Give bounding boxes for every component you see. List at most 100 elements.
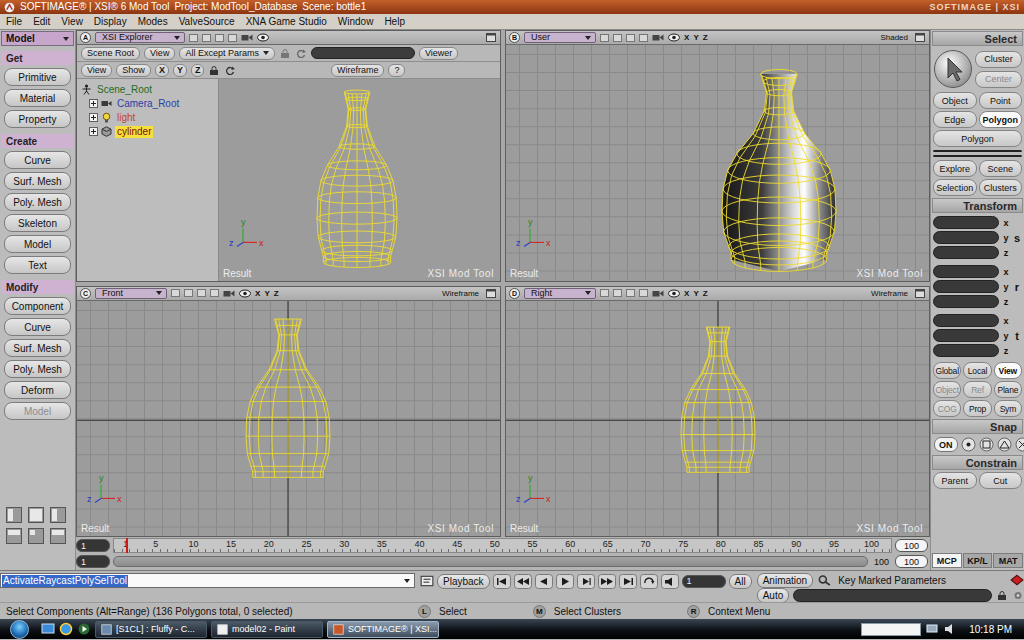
component-button[interactable]: Edge xyxy=(933,111,977,128)
first-icon[interactable] xyxy=(493,574,511,589)
memo-slot[interactable] xyxy=(202,34,211,42)
tool-button[interactable]: Curve xyxy=(4,151,71,169)
axes-toggle[interactable]: X Y Z xyxy=(684,289,709,298)
play-icon[interactable] xyxy=(556,574,574,589)
transform-field[interactable] xyxy=(933,216,999,229)
eye-icon[interactable] xyxy=(257,33,269,42)
menu-item[interactable]: Help xyxy=(384,15,405,28)
start-frame-field[interactable]: 1 xyxy=(76,539,110,552)
playhead[interactable] xyxy=(126,538,128,553)
scene-canvas[interactable]: yzx xyxy=(506,301,929,537)
tree-item[interactable]: light xyxy=(79,111,216,124)
menu-item[interactable]: Display xyxy=(94,15,127,28)
tool-button[interactable]: Material xyxy=(4,89,71,107)
select-arrow-icon[interactable] xyxy=(933,49,973,89)
memo-slot[interactable] xyxy=(639,34,648,42)
filter-dropdown[interactable]: All Except Params xyxy=(179,47,275,60)
scope-button[interactable]: Scene Root xyxy=(81,47,140,60)
end-frame-field[interactable]: 100 xyxy=(895,539,928,552)
settings-icon[interactable] xyxy=(1012,591,1024,600)
eye-icon[interactable] xyxy=(668,289,680,298)
view-dropdown[interactable]: Right xyxy=(524,288,596,299)
tool-button[interactable]: Text xyxy=(4,256,71,274)
maximize-icon[interactable] xyxy=(485,289,497,298)
layout-icon[interactable] xyxy=(28,528,44,544)
tool-button[interactable]: Model xyxy=(4,235,71,253)
transform-field[interactable] xyxy=(933,295,999,308)
tool-button[interactable]: Surf. Mesh xyxy=(4,172,71,190)
bottle-mesh[interactable] xyxy=(317,90,397,267)
eye-icon[interactable] xyxy=(239,289,251,298)
tool-button[interactable]: Property xyxy=(4,110,71,128)
memo-slot[interactable] xyxy=(613,34,622,42)
media-icon[interactable] xyxy=(77,622,91,636)
axes-toggle[interactable]: X Y Z xyxy=(255,289,280,298)
key-marked-label[interactable]: Key Marked Parameters xyxy=(835,575,949,586)
next-key-icon[interactable] xyxy=(598,574,616,589)
snap-target-icon[interactable] xyxy=(979,437,994,452)
tool-button[interactable]: Poly. Mesh xyxy=(4,193,71,211)
option-button[interactable]: Prop xyxy=(963,400,991,417)
panel-tab[interactable]: MAT xyxy=(993,553,1023,568)
refresh-icon[interactable] xyxy=(224,66,236,75)
tray-search-field[interactable] xyxy=(861,623,921,636)
component-button[interactable]: Object xyxy=(933,92,977,109)
layout-icon[interactable] xyxy=(28,507,44,523)
view-dropdown[interactable]: XSI Explorer xyxy=(95,32,185,43)
transform-letter[interactable]: s xyxy=(1012,232,1022,244)
lock-icon[interactable] xyxy=(279,49,291,58)
tool-button[interactable]: Deform xyxy=(4,381,71,399)
layout-icon[interactable] xyxy=(50,507,66,523)
search-field[interactable] xyxy=(311,47,415,59)
tool-button[interactable]: Skeleton xyxy=(4,214,71,232)
snap-target-icon[interactable] xyxy=(1015,437,1024,452)
transform-field[interactable] xyxy=(933,231,999,244)
filter-button[interactable]: Polygon xyxy=(933,130,1022,147)
prev-icon[interactable] xyxy=(535,574,553,589)
tree-item[interactable]: Scene_Root xyxy=(79,83,216,96)
tool-button[interactable]: Curve xyxy=(4,318,71,336)
view-menu[interactable]: View xyxy=(144,47,175,60)
tool-button[interactable]: Surf. Mesh xyxy=(4,339,71,357)
all-button[interactable]: All xyxy=(729,574,752,589)
scene-canvas[interactable]: yzx xyxy=(506,45,929,281)
taskbar-button[interactable]: [S1CL] : Fluffy - C... xyxy=(95,621,207,638)
display-mode[interactable]: Shaded xyxy=(880,33,910,42)
help-button[interactable]: ? xyxy=(388,64,405,77)
layout-icon[interactable] xyxy=(6,507,22,523)
bottle-mesh[interactable] xyxy=(722,69,836,271)
axis-button[interactable]: X xyxy=(155,64,169,77)
search-icon[interactable] xyxy=(817,574,831,586)
memo-slot[interactable] xyxy=(189,34,198,42)
component-button[interactable]: Polygon xyxy=(979,111,1023,128)
memo-slot[interactable] xyxy=(613,289,622,297)
axis-button[interactable]: Y xyxy=(173,64,187,77)
menu-item[interactable]: Window xyxy=(338,15,374,28)
start-button[interactable] xyxy=(10,620,29,639)
tool-button[interactable]: Component xyxy=(4,297,71,315)
expand-icon[interactable] xyxy=(89,127,98,136)
constrain-button[interactable]: Parent xyxy=(933,472,977,489)
camera-icon[interactable] xyxy=(223,289,235,298)
script-icon[interactable] xyxy=(420,575,434,587)
display-mode[interactable]: Wireframe xyxy=(442,289,481,298)
memo-slot[interactable] xyxy=(184,289,193,297)
selection-field[interactable] xyxy=(933,150,1022,152)
mode-dropdown[interactable]: Model xyxy=(1,31,74,46)
taskbar-button[interactable]: SOFTIMAGE® | XSI... xyxy=(327,621,439,638)
layout-icon[interactable] xyxy=(6,528,22,544)
key-icon[interactable] xyxy=(1010,574,1024,586)
layout-icon[interactable] xyxy=(50,528,66,544)
select-button[interactable]: Cluster xyxy=(975,51,1022,68)
memo-slot[interactable] xyxy=(215,34,224,42)
current-frame-field[interactable]: 1 xyxy=(682,575,726,588)
panel-tab[interactable]: KP/L xyxy=(963,553,993,568)
selection-field[interactable] xyxy=(933,155,1022,157)
display-mode[interactable]: Wireframe xyxy=(871,289,910,298)
menu-item[interactable]: Modes xyxy=(138,15,168,28)
show-menu[interactable]: Show xyxy=(116,64,151,77)
lock-icon[interactable] xyxy=(996,591,1008,600)
maximize-icon[interactable] xyxy=(914,289,926,298)
maximize-icon[interactable] xyxy=(914,33,926,42)
range-start-field[interactable]: 1 xyxy=(76,555,110,568)
